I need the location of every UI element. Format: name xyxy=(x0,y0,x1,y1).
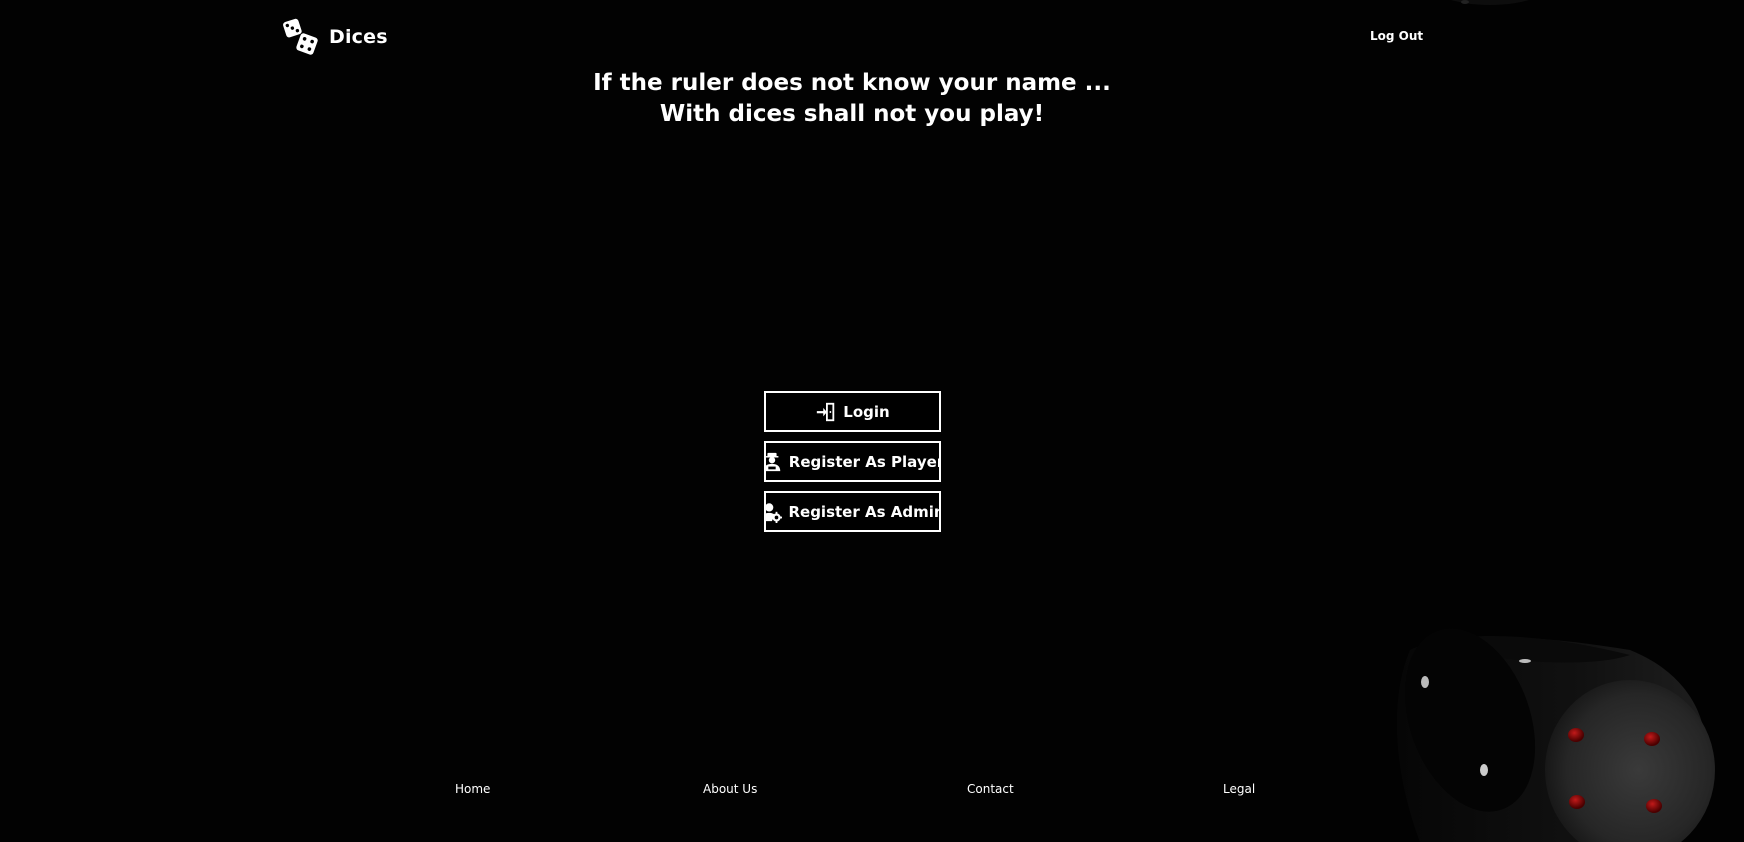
brand-name: Dices xyxy=(329,26,388,48)
dice-decoration-top xyxy=(1451,0,1529,5)
login-door-icon xyxy=(817,402,835,421)
login-label: Login xyxy=(843,402,890,421)
page-headline: If the ruler does not know your name ...… xyxy=(0,68,1704,130)
register-admin-button[interactable]: Register As Admin xyxy=(764,491,941,532)
auth-actions: Login Register As Player Register As Adm… xyxy=(764,391,941,541)
headline-line-2: With dices shall not you play! xyxy=(659,101,1045,127)
page: Dices Log Out If the ruler does not know… xyxy=(0,0,1744,842)
footer-link-about-us[interactable]: About Us xyxy=(703,782,757,796)
dice-icon xyxy=(283,18,318,55)
admin-gear-icon xyxy=(766,502,783,523)
register-player-button[interactable]: Register As Player xyxy=(764,441,941,482)
headline-line-1: If the ruler does not know your name ... xyxy=(593,70,1111,96)
brand-link[interactable]: Dices xyxy=(283,18,388,56)
register-admin-label: Register As Admin xyxy=(788,502,941,521)
footer-link-home[interactable]: Home xyxy=(455,782,490,796)
footer-link-contact[interactable]: Contact xyxy=(967,782,1014,796)
dice-decoration xyxy=(1396,628,1715,842)
logout-link[interactable]: Log Out xyxy=(1370,29,1423,43)
footer-link-legal[interactable]: Legal xyxy=(1223,782,1255,796)
register-player-label: Register As Player xyxy=(788,452,941,471)
player-icon xyxy=(766,452,781,471)
login-button[interactable]: Login xyxy=(764,391,941,432)
